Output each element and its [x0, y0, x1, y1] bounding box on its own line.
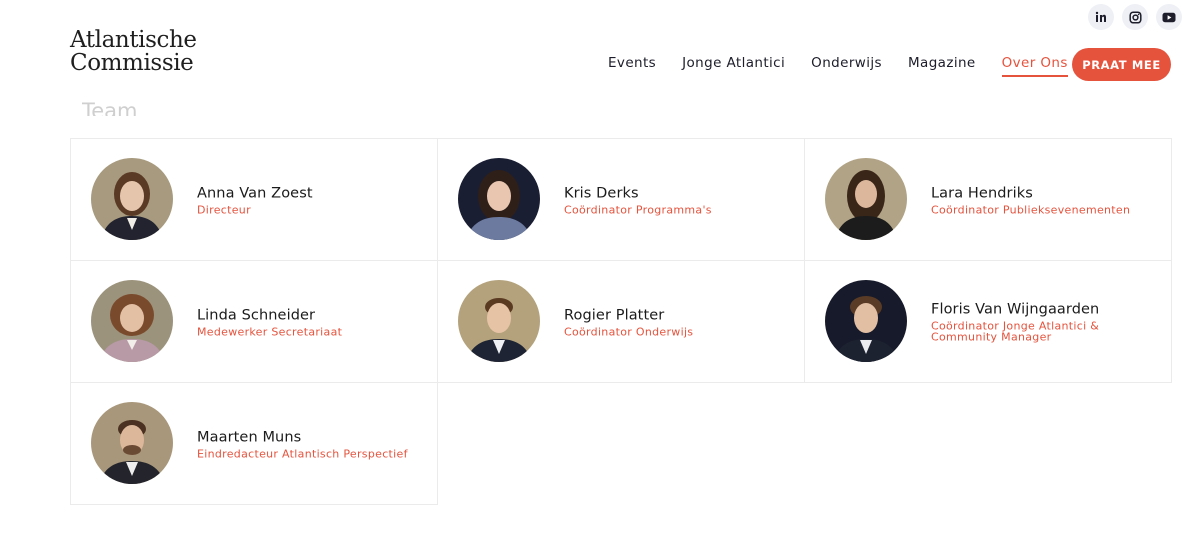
team-member-card[interactable]: Anna Van Zoest Directeur: [70, 138, 438, 261]
member-info: Floris Van Wijngaarden Coördinator Jonge…: [931, 300, 1161, 343]
linkedin-icon[interactable]: [1088, 4, 1114, 30]
instagram-icon[interactable]: [1122, 4, 1148, 30]
nav-item-events[interactable]: Events: [608, 55, 656, 75]
avatar: [458, 158, 540, 240]
team-member-card[interactable]: Floris Van Wijngaarden Coördinator Jonge…: [804, 260, 1172, 383]
praat-mee-button[interactable]: PRAAT MEE: [1072, 48, 1171, 81]
member-info: Anna Van Zoest Directeur: [197, 184, 427, 216]
member-name: Linda Schneider: [197, 306, 316, 323]
nav-item-onderwijs[interactable]: Onderwijs: [811, 55, 882, 75]
team-member-card[interactable]: Linda Schneider Medewerker Secretariaat: [70, 260, 438, 383]
member-info: Rogier Platter Coördinator Onderwijs: [564, 306, 794, 338]
avatar: [91, 158, 173, 240]
team-grid: Anna Van Zoest Directeur Kris Derks Coör…: [70, 138, 1172, 505]
member-name: Lara Hendriks: [931, 184, 1033, 201]
avatar: [91, 402, 173, 484]
social-links: [1088, 4, 1182, 30]
member-role: Medewerker Secretariaat: [197, 324, 343, 338]
avatar: [458, 280, 540, 362]
team-member-card[interactable]: Lara Hendriks Coördinator Publieksevenem…: [804, 138, 1172, 261]
member-name: Kris Derks: [564, 184, 639, 201]
team-member-card[interactable]: Maarten Muns Eindredacteur Atlantisch Pe…: [70, 382, 438, 505]
main-nav: Events Jonge Atlantici Onderwijs Magazin…: [608, 55, 1069, 77]
member-role: Coördinator Publieksevenementen: [931, 202, 1131, 216]
member-info: Maarten Muns Eindredacteur Atlantisch Pe…: [197, 428, 427, 460]
nav-item-jonge-atlantici[interactable]: Jonge Atlantici: [682, 55, 785, 75]
youtube-icon[interactable]: [1156, 4, 1182, 30]
member-role: Coördinator Programma's: [564, 202, 712, 216]
site-logo[interactable]: Atlantische Commissie: [70, 29, 197, 75]
member-name: Maarten Muns: [197, 428, 302, 445]
team-member-card[interactable]: Rogier Platter Coördinator Onderwijs: [437, 260, 805, 383]
avatar: [91, 280, 173, 362]
member-info: Linda Schneider Medewerker Secretariaat: [197, 306, 427, 338]
team-member-card[interactable]: Kris Derks Coördinator Programma's: [437, 138, 805, 261]
member-info: Kris Derks Coördinator Programma's: [564, 184, 794, 216]
member-role: Coördinator Onderwijs: [564, 324, 694, 338]
member-role: Coördinator Jonge Atlantici & Community …: [931, 319, 1100, 344]
avatar: [825, 158, 907, 240]
member-name: Floris Van Wijngaarden: [931, 301, 1100, 317]
nav-item-over-ons[interactable]: Over Ons: [1001, 55, 1069, 77]
avatar: [825, 280, 907, 362]
member-name: Anna Van Zoest: [197, 184, 313, 201]
nav-item-magazine[interactable]: Magazine: [908, 55, 976, 75]
member-info: Lara Hendriks Coördinator Publieksevenem…: [931, 184, 1161, 216]
logo-line-1: Atlantische: [70, 27, 197, 53]
logo-line-2: Commissie: [70, 50, 194, 76]
member-role: Eindredacteur Atlantisch Perspectief: [197, 446, 408, 460]
section-title: Team: [82, 99, 138, 116]
member-role: Directeur: [197, 202, 251, 216]
member-name: Rogier Platter: [564, 306, 665, 323]
